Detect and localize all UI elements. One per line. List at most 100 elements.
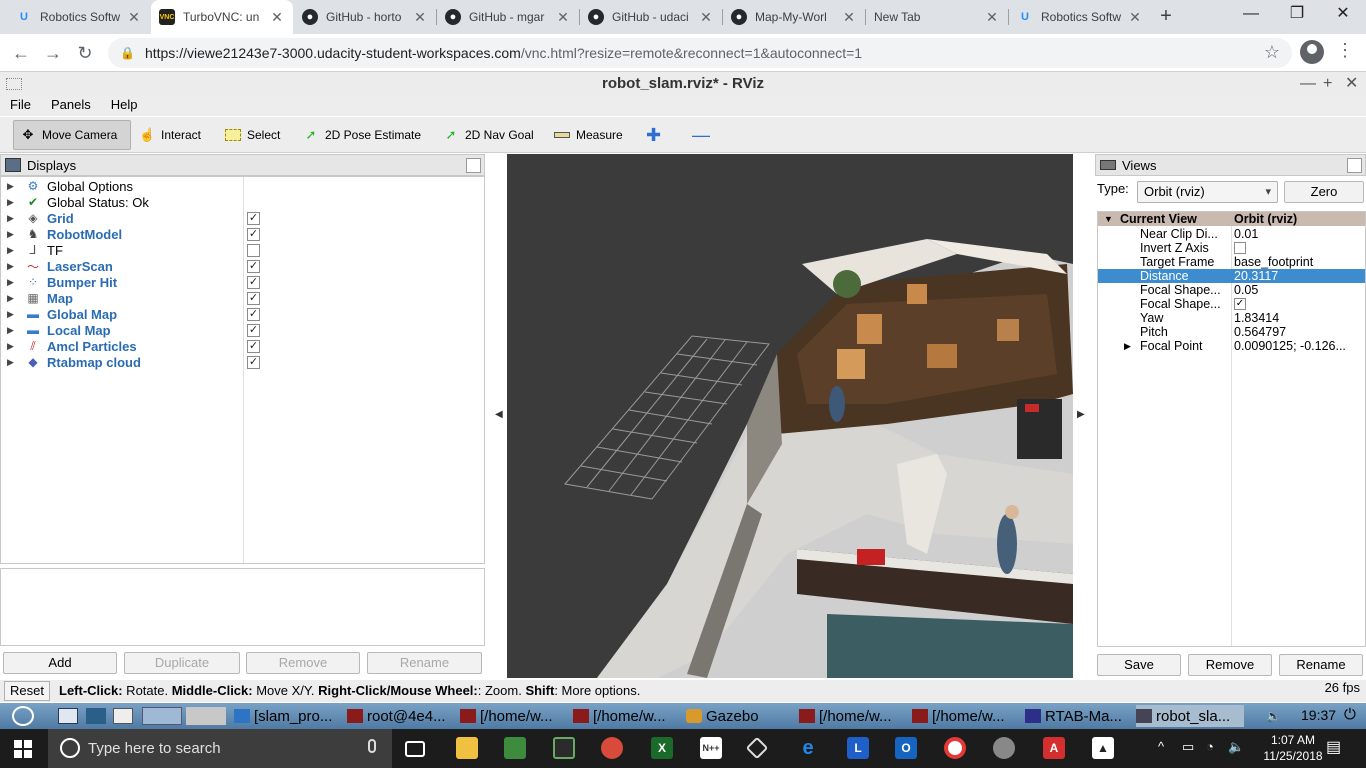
display-enabled-checkbox[interactable]: ✓ xyxy=(247,323,260,337)
reload-icon[interactable]: ↻ xyxy=(72,40,98,66)
browser-tab[interactable]: ● GitHub - horto ✕ xyxy=(294,0,436,34)
bookmark-star-icon[interactable]: ☆ xyxy=(1264,42,1280,63)
remove-view-button[interactable]: Remove xyxy=(1188,654,1272,676)
taskbar-item[interactable]: [/home/w... xyxy=(799,705,909,727)
view-prop-row[interactable]: Target Frame base_footprint xyxy=(1098,255,1365,269)
volume-icon[interactable]: 🔈 xyxy=(1228,739,1244,755)
display-enabled-checkbox[interactable]: ✓ xyxy=(247,275,260,289)
browser-tab[interactable]: ● Map-My-Worl ✕ xyxy=(723,0,865,34)
file-explorer-icon[interactable] xyxy=(456,737,478,759)
browser-tab[interactable]: ● GitHub - mgar ✕ xyxy=(437,0,579,34)
view-prop-checkbox[interactable] xyxy=(1234,242,1246,254)
workspace-2[interactable] xyxy=(186,707,226,725)
minimize-icon[interactable]: — xyxy=(1300,72,1316,96)
view-prop-row[interactable]: ▶ Focal Point 0.0090125; -0.126... xyxy=(1098,339,1365,353)
close-icon[interactable]: ✕ xyxy=(126,9,142,26)
add-tool-icon[interactable]: ✚ xyxy=(640,120,667,150)
acrobat-icon[interactable]: A xyxy=(1043,737,1065,759)
display-enabled-checkbox[interactable]: ✓ xyxy=(247,227,260,241)
power-icon[interactable]: ⏻ xyxy=(1344,706,1356,723)
view-prop-row[interactable]: Yaw 1.83414 xyxy=(1098,311,1365,325)
display-enabled-checkbox[interactable]: ✓ xyxy=(247,339,260,353)
menu-file[interactable]: File xyxy=(0,96,41,116)
remove-tool-icon[interactable]: — xyxy=(686,120,716,150)
microphone-icon[interactable] xyxy=(368,739,376,753)
panel-float-checkbox[interactable] xyxy=(466,158,481,173)
add-display-button[interactable]: Add xyxy=(3,652,117,674)
reset-button[interactable]: Reset xyxy=(4,681,50,701)
taskbar-item[interactable]: Gazebo xyxy=(686,705,796,727)
maximize-icon[interactable]: ❐ xyxy=(1274,0,1320,30)
taskbar-item[interactable]: RTAB-Ma... xyxy=(1025,705,1133,727)
display-item-robotmodel[interactable]: ▶ ♞ RobotModel ✓ xyxy=(1,226,484,242)
expand-arrow-icon[interactable]: ▶ xyxy=(7,229,17,240)
close-icon[interactable]: ✕ xyxy=(269,9,285,26)
collapse-left-arrow-icon[interactable]: ◀ xyxy=(495,409,503,420)
minimize-icon[interactable]: — xyxy=(1228,0,1274,30)
view-type-select[interactable]: Orbit (rviz) xyxy=(1137,181,1278,203)
expand-arrow-icon[interactable]: ▶ xyxy=(7,325,17,336)
task-view-icon[interactable] xyxy=(405,741,425,757)
expand-arrow-icon[interactable]: ▶ xyxy=(7,309,17,320)
battery-icon[interactable]: ▭ xyxy=(1182,739,1194,755)
workspace-1[interactable] xyxy=(142,707,182,725)
terminal-icon[interactable] xyxy=(86,708,106,724)
display-item-laserscan[interactable]: ▶ 〜 LaserScan ✓ xyxy=(1,258,484,274)
taskbar-item[interactable]: [/home/w... xyxy=(460,705,570,727)
chevron-up-icon[interactable]: ^ xyxy=(1158,739,1164,754)
view-prop-value[interactable]: 1.83414 xyxy=(1234,311,1362,325)
display-item-amcl-particles[interactable]: ▶ ⫽ Amcl Particles ✓ xyxy=(1,338,484,354)
remove-display-button[interactable]: Remove xyxy=(246,652,360,674)
view-prop-value[interactable]: 20.3117 xyxy=(1234,269,1362,283)
display-enabled-checkbox[interactable] xyxy=(247,243,260,257)
save-view-button[interactable]: Save xyxy=(1097,654,1181,676)
expand-arrow-icon[interactable]: ▶ xyxy=(7,293,17,304)
expand-arrow-icon[interactable]: ▶ xyxy=(7,341,17,352)
lync-icon[interactable]: L xyxy=(847,737,869,759)
maximize-icon[interactable]: + xyxy=(1323,72,1332,96)
duplicate-display-button[interactable]: Duplicate xyxy=(124,652,240,674)
tool-move-camera[interactable]: ✥ Move Camera xyxy=(13,120,131,150)
display-item-global-status-ok[interactable]: ▶ ✔ Global Status: Ok xyxy=(1,194,484,210)
close-icon[interactable]: ✕ xyxy=(1345,72,1358,96)
taskbar-item[interactable]: [slam_pro... xyxy=(234,705,344,727)
display-item-grid[interactable]: ▶ ◈ Grid ✓ xyxy=(1,210,484,226)
windows-start-icon[interactable] xyxy=(14,740,32,758)
tool-measure[interactable]: Measure xyxy=(548,120,629,150)
view-prop-row[interactable]: Distance 20.3117 xyxy=(1098,269,1365,283)
expand-arrow-icon[interactable]: ▶ xyxy=(7,277,17,288)
view-prop-value[interactable]: 0.01 xyxy=(1234,227,1362,241)
render-3d-view[interactable] xyxy=(507,154,1073,678)
tool-select[interactable]: Select xyxy=(219,120,286,150)
display-enabled-checkbox[interactable]: ✓ xyxy=(247,291,260,305)
taskbar-item[interactable]: [/home/w... xyxy=(912,705,1022,727)
excel-icon[interactable]: X xyxy=(651,737,673,759)
cube-app-icon[interactable] xyxy=(745,736,769,760)
browser-tab[interactable]: U Robotics Softw ✕ xyxy=(8,0,150,34)
panel-float-checkbox[interactable] xyxy=(1347,158,1362,173)
rename-view-button[interactable]: Rename xyxy=(1279,654,1363,676)
browser-tab[interactable]: New Tab ✕ xyxy=(866,0,1008,34)
view-prop-row[interactable]: Near Clip Di... 0.01 xyxy=(1098,227,1365,241)
menu-kebab-icon[interactable]: ⋮ xyxy=(1336,40,1354,61)
view-prop-row[interactable]: Focal Shape... ✓ xyxy=(1098,297,1365,311)
close-icon[interactable]: ✕ xyxy=(1127,9,1143,26)
expand-arrow-icon[interactable]: ▶ xyxy=(7,357,17,368)
terminal-app-icon[interactable] xyxy=(553,737,575,759)
display-item-bumper-hit[interactable]: ▶ ⁘ Bumper Hit ✓ xyxy=(1,274,484,290)
view-prop-value[interactable]: 0.564797 xyxy=(1234,325,1362,339)
display-enabled-checkbox[interactable]: ✓ xyxy=(247,307,260,321)
notepad-plus-icon[interactable]: N++ xyxy=(700,737,722,759)
collapse-right-arrow-icon[interactable]: ▶ xyxy=(1077,409,1085,420)
new-tab-button[interactable]: + xyxy=(1154,5,1178,29)
view-prop-checkbox[interactable]: ✓ xyxy=(1234,298,1246,310)
close-icon[interactable]: ✕ xyxy=(555,9,571,26)
profile-avatar[interactable] xyxy=(1300,40,1324,64)
url-input[interactable]: 🔒 https://viewe21243e7-3000.udacity-stud… xyxy=(108,38,1292,68)
taskbar-item[interactable]: [/home/w... xyxy=(573,705,683,727)
close-icon[interactable]: ✕ xyxy=(841,9,857,26)
files-icon[interactable] xyxy=(58,708,78,724)
close-icon[interactable]: ✕ xyxy=(412,9,428,26)
forward-icon[interactable]: → xyxy=(40,40,66,66)
expand-arrow-icon[interactable]: ▶ xyxy=(7,197,17,208)
